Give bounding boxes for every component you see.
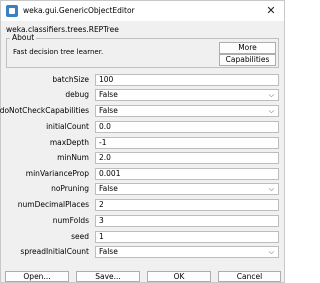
param-label: doNotCheckCapabilities	[0, 106, 89, 115]
param-row-seed: seed 1	[1, 230, 286, 244]
initialcount-input[interactable]: 0.0	[95, 121, 279, 133]
param-label: batchSize	[52, 75, 89, 84]
chevron-down-icon: ⌵	[268, 107, 274, 115]
select-value: False	[99, 106, 118, 115]
save-button[interactable]: Save...	[76, 271, 140, 282]
app-icon	[6, 5, 18, 17]
param-label: numFolds	[52, 216, 89, 225]
param-label: maxDepth	[49, 138, 89, 147]
param-label: seed	[71, 232, 89, 241]
param-label: noPruning	[51, 184, 89, 193]
minnum-input[interactable]: 2.0	[95, 152, 279, 164]
nopruning-select[interactable]: False ⌵	[95, 183, 279, 195]
window-title: weka.gui.GenericObjectEditor	[23, 6, 135, 15]
about-title: About	[10, 33, 37, 43]
param-row-nopruning: noPruning False ⌵	[1, 182, 286, 196]
chevron-down-icon: ⌵	[268, 91, 274, 99]
param-label: minVarianceProp	[25, 169, 89, 178]
seed-input[interactable]: 1	[95, 231, 279, 243]
select-value: False	[99, 90, 118, 99]
numdecimalplaces-input[interactable]: 2	[95, 199, 279, 211]
param-row-numdecimalplaces: numDecimalPlaces 2	[1, 198, 286, 212]
param-label: spreadInitialCount	[20, 247, 89, 256]
param-row-donotcheckcapabilities: doNotCheckCapabilities False ⌵	[0, 104, 286, 118]
generic-object-editor-window: weka.gui.GenericObjectEditor ✕ weka.clas…	[0, 0, 285, 283]
param-row-debug: debug False ⌵	[1, 88, 286, 102]
numfolds-input[interactable]: 3	[95, 215, 279, 227]
param-label: minNum	[57, 153, 89, 162]
donotcheckcapabilities-select[interactable]: False ⌵	[95, 105, 279, 117]
cancel-button[interactable]: Cancel	[218, 271, 281, 282]
batchsize-input[interactable]: 100	[95, 74, 279, 86]
select-value: False	[99, 184, 118, 193]
param-row-minnum: minNum 2.0	[1, 151, 286, 165]
debug-select[interactable]: False ⌵	[95, 89, 279, 101]
chevron-down-icon: ⌵	[268, 185, 274, 193]
about-text: Fast decision tree learner.	[13, 48, 104, 56]
param-row-numfolds: numFolds 3	[1, 214, 286, 228]
param-row-initialcount: initialCount 0.0	[1, 120, 286, 134]
param-row-spreadinitialcount: spreadInitialCount False ⌵	[1, 245, 286, 259]
param-label: initialCount	[46, 122, 89, 131]
more-button[interactable]: More	[219, 42, 276, 54]
param-row-batchsize: batchSize 100	[1, 73, 286, 87]
title-bar: weka.gui.GenericObjectEditor ✕	[1, 1, 284, 21]
param-row-minvarianceprop: minVarianceProp 0.001	[1, 167, 286, 181]
ok-button[interactable]: OK	[147, 271, 211, 282]
param-row-maxdepth: maxDepth -1	[1, 136, 286, 150]
close-icon[interactable]: ✕	[264, 3, 278, 19]
spreadinitialcount-select[interactable]: False ⌵	[95, 246, 279, 258]
param-label: debug	[65, 90, 89, 99]
select-value: False	[99, 247, 118, 256]
minvarianceprop-input[interactable]: 0.001	[95, 168, 279, 180]
maxdepth-input[interactable]: -1	[95, 137, 279, 149]
open-button[interactable]: Open...	[5, 271, 69, 282]
param-label: numDecimalPlaces	[17, 200, 89, 209]
capabilities-button[interactable]: Capabilities	[219, 54, 276, 66]
chevron-down-icon: ⌵	[268, 248, 274, 256]
